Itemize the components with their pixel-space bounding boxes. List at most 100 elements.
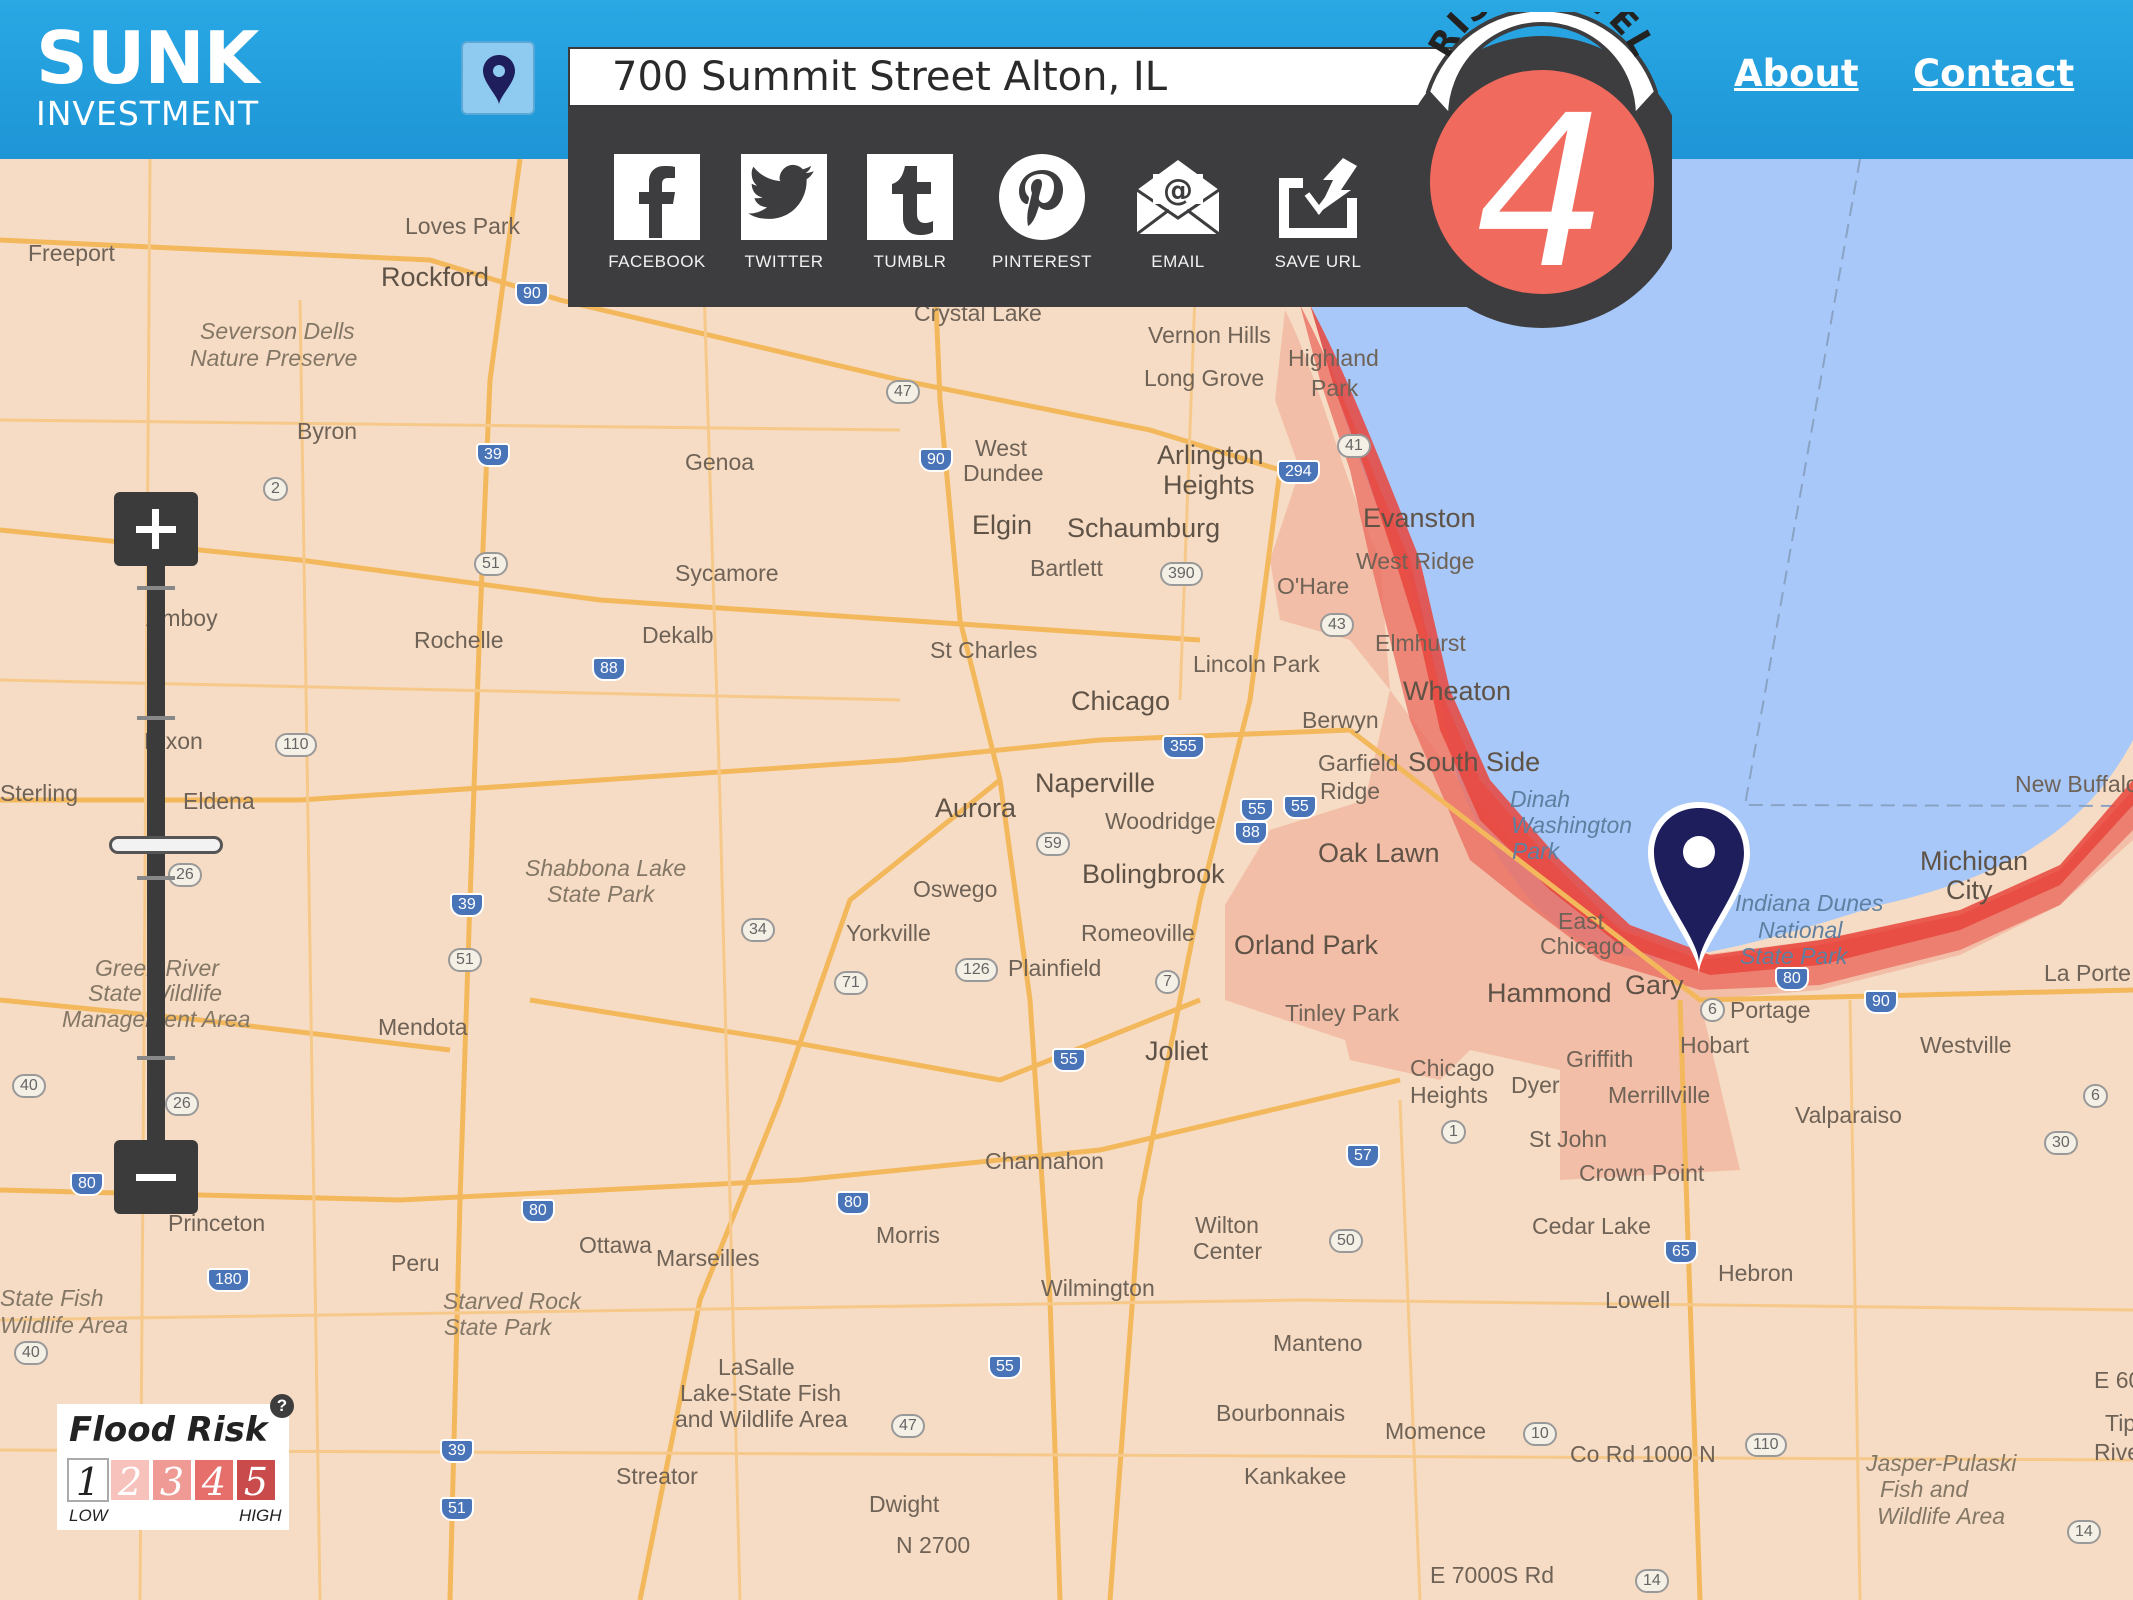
- map-place-label: Dekalb: [642, 622, 714, 648]
- map-place-label: Wilmington: [1041, 1275, 1155, 1301]
- locate-button[interactable]: [461, 41, 535, 115]
- route-shield: 51: [440, 1497, 474, 1521]
- map-place-label: Lake-State Fish: [680, 1380, 842, 1406]
- map-place-label: Rochelle: [414, 627, 504, 653]
- route-shield: 39: [440, 1439, 474, 1463]
- logo-title: SUNK: [36, 16, 259, 100]
- share-save-url-button[interactable]: SAVE URL: [1258, 152, 1378, 272]
- map-place-label: Loves Park: [405, 213, 521, 239]
- legend-high-label: HIGH: [239, 1506, 282, 1525]
- map-place-label: Heights: [1163, 470, 1255, 500]
- map-place-label: Griffith: [1566, 1046, 1634, 1072]
- nav-contact-link[interactable]: Contact: [1913, 52, 2074, 95]
- map-place-label: Sterling: [0, 780, 78, 806]
- share-pinterest-button[interactable]: PINTEREST: [982, 152, 1102, 272]
- route-shield: 47: [891, 1414, 925, 1438]
- map-place-label: Michigan: [1920, 846, 2029, 876]
- flood-map[interactable]: Freeport Loves Park Rockford Severson Dells…: [0, 159, 2133, 1600]
- legend-level-2: 2: [109, 1458, 151, 1504]
- zoom-in-button[interactable]: [114, 492, 198, 566]
- share-twitter-button[interactable]: TWITTER: [724, 152, 844, 272]
- map-place-label: Oswego: [913, 876, 998, 902]
- route-shield: 180: [207, 1268, 250, 1292]
- route-shield: 88: [1234, 821, 1268, 845]
- risk-level-value: 4: [1475, 70, 1609, 315]
- address-input[interactable]: [570, 49, 1476, 105]
- route-shield: 355: [1162, 735, 1205, 759]
- route-shield: 43: [1320, 613, 1354, 637]
- map-place-label: Marseilles: [656, 1245, 760, 1271]
- share-pinterest-label: PINTEREST: [992, 252, 1092, 271]
- minus-icon: [136, 1174, 176, 1181]
- map-place-label: Center: [1193, 1238, 1263, 1264]
- share-panel: FACEBOOK TWITTER TUMBLR PINTEREST @ EMAI…: [568, 107, 1468, 307]
- save-url-icon: [1279, 158, 1357, 238]
- map-place-label: Lowell: [1605, 1287, 1671, 1313]
- zoom-control: [109, 492, 223, 1214]
- map-place-label: Valparaiso: [1795, 1102, 1902, 1128]
- zoom-out-button[interactable]: [114, 1140, 198, 1214]
- help-icon[interactable]: ?: [270, 1394, 294, 1418]
- nav-about-link[interactable]: About: [1734, 52, 1859, 95]
- map-place-label: Kankakee: [1244, 1463, 1347, 1489]
- map-place-label: O'Hare: [1277, 573, 1350, 599]
- map-place-label: Arlington: [1157, 440, 1264, 470]
- route-shield: 90: [1864, 990, 1898, 1014]
- pinterest-icon: [999, 154, 1085, 240]
- logo-subtitle: INVESTMENT: [36, 94, 260, 133]
- map-place-label: Bolingbrook: [1082, 859, 1225, 889]
- route-shield: 6: [1700, 998, 1725, 1022]
- share-email-button[interactable]: @ EMAIL: [1118, 152, 1238, 272]
- map-place-label: Romeoville: [1081, 920, 1195, 946]
- share-facebook-button[interactable]: FACEBOOK: [597, 152, 717, 272]
- share-tumblr-button[interactable]: TUMBLR: [850, 152, 970, 272]
- map-place-label: Hobart: [1680, 1032, 1750, 1058]
- map-place-label: Byron: [297, 418, 358, 444]
- legend-title: Flood Risk: [69, 1410, 268, 1450]
- map-place-label: Starved Rock: [443, 1288, 582, 1314]
- route-shield: 80: [836, 1191, 870, 1215]
- map-place-label: Co Rd 1000 N: [1570, 1441, 1716, 1467]
- map-place-label: Wildlife Area: [0, 1312, 129, 1338]
- route-shield: 90: [919, 448, 953, 472]
- map-place-label: Wildlife Area: [1877, 1503, 2006, 1529]
- route-shield: 110: [1745, 1433, 1787, 1457]
- map-place-label: Merrillville: [1608, 1082, 1711, 1108]
- map-place-label: Schaumburg: [1067, 513, 1221, 543]
- route-shield: 34: [741, 918, 775, 942]
- map-place-label: Park: [1512, 838, 1560, 864]
- map-place-label: Channahon: [985, 1148, 1104, 1174]
- map-place-label: St Charles: [930, 637, 1038, 663]
- route-shield: 110: [275, 733, 317, 757]
- risk-badge-graphic: RISK LEVEL 4: [1396, 0, 1688, 328]
- route-shield: 2: [263, 477, 288, 501]
- route-shield: 71: [834, 971, 868, 995]
- map-place-label: Indiana Dunes: [1735, 890, 1884, 916]
- logo[interactable]: SUNK INVESTMENT: [36, 22, 259, 132]
- route-shield: 294: [1277, 460, 1320, 484]
- map-place-label: E 600: [2094, 1367, 2133, 1393]
- map-place-label: Shabbona Lake: [525, 855, 687, 881]
- location-pin-icon[interactable]: [1644, 798, 1754, 978]
- zoom-tick: [137, 1056, 175, 1060]
- map-place-label: Momence: [1385, 1418, 1486, 1444]
- zoom-slider-track[interactable]: [109, 566, 223, 1140]
- map-place-label: Plainfield: [1008, 955, 1102, 981]
- map-place-label: Jasper-Pulaski: [1866, 1450, 2017, 1476]
- route-shield: 40: [12, 1074, 46, 1098]
- route-shield: 30: [2044, 1131, 2078, 1155]
- map-place-label: Chicago: [1540, 933, 1625, 959]
- route-shield: 80: [521, 1199, 555, 1223]
- map-place-label: Peru: [391, 1250, 440, 1276]
- legend-low-label: LOW: [69, 1506, 108, 1525]
- map-place-label: Wilton: [1195, 1212, 1259, 1238]
- map-place-label: Garfield: [1318, 750, 1399, 776]
- address-search[interactable]: [568, 47, 1478, 107]
- map-place-label: N 2700: [896, 1532, 971, 1558]
- map-place-label: Chicago: [1071, 686, 1171, 716]
- map-pin-icon: [483, 55, 515, 105]
- route-shield: 126: [955, 958, 998, 982]
- zoom-slider-handle[interactable]: [109, 836, 223, 854]
- legend-level-5: 5: [235, 1458, 277, 1504]
- route-shield: 40: [14, 1341, 48, 1365]
